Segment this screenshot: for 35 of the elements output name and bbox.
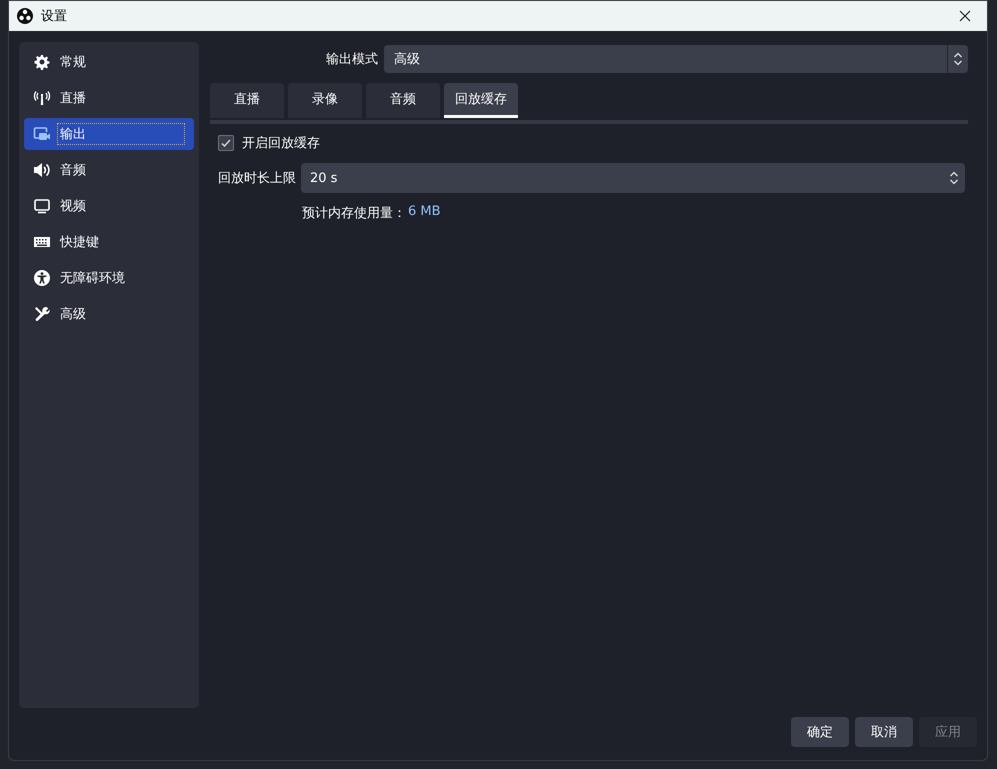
checkbox-label: 开启回放缓存 — [242, 135, 320, 152]
dialog-button[interactable]: 确定 — [791, 717, 849, 747]
up-down-arrows-icon[interactable] — [949, 171, 959, 185]
gear-icon — [34, 54, 50, 70]
dialog-button[interactable]: 取消 — [855, 717, 913, 747]
sidebar-item[interactable]: 音频 — [24, 154, 194, 186]
checkbox[interactable] — [218, 135, 234, 151]
tab[interactable]: 直播 — [210, 83, 284, 118]
tab[interactable]: 音频 — [366, 83, 440, 118]
max-time-label: 回放时长上限 — [218, 170, 296, 187]
sidebar-item[interactable]: 无障碍环境 — [24, 262, 194, 294]
sidebar-item[interactable]: 输出 — [24, 118, 194, 150]
window-title: 设置 — [41, 8, 68, 25]
memory-estimate-label: 预计内存使用量： — [302, 205, 406, 222]
app-logo-icon — [17, 8, 33, 24]
antenna-icon — [33, 90, 51, 106]
max-time-spinbox[interactable]: 20 s — [301, 163, 965, 193]
tab[interactable]: 录像 — [288, 83, 362, 118]
tab[interactable]: 回放缓存 — [444, 83, 518, 118]
up-down-arrows-icon[interactable] — [953, 52, 963, 66]
sidebar-item[interactable]: 高级 — [24, 298, 194, 330]
sidebar-item[interactable]: 直播 — [24, 82, 194, 114]
output-mode-dropdown[interactable]: 高级 — [384, 45, 968, 73]
speaker-icon — [33, 162, 51, 178]
sidebar-item[interactable]: 视频 — [24, 190, 194, 222]
memory-estimate-value: 6 MB — [408, 204, 441, 221]
monitor-icon — [34, 198, 50, 214]
output-mode-label: 输出模式 — [326, 51, 378, 68]
checkmark-icon — [220, 137, 232, 149]
tools-icon — [34, 306, 50, 322]
sidebar-item[interactable]: 快捷键 — [24, 226, 194, 258]
monitor-camera-icon — [33, 126, 51, 142]
keyboard-icon — [33, 235, 51, 249]
accessibility-icon — [34, 270, 50, 286]
sidebar-item[interactable]: 常规 — [24, 46, 194, 78]
